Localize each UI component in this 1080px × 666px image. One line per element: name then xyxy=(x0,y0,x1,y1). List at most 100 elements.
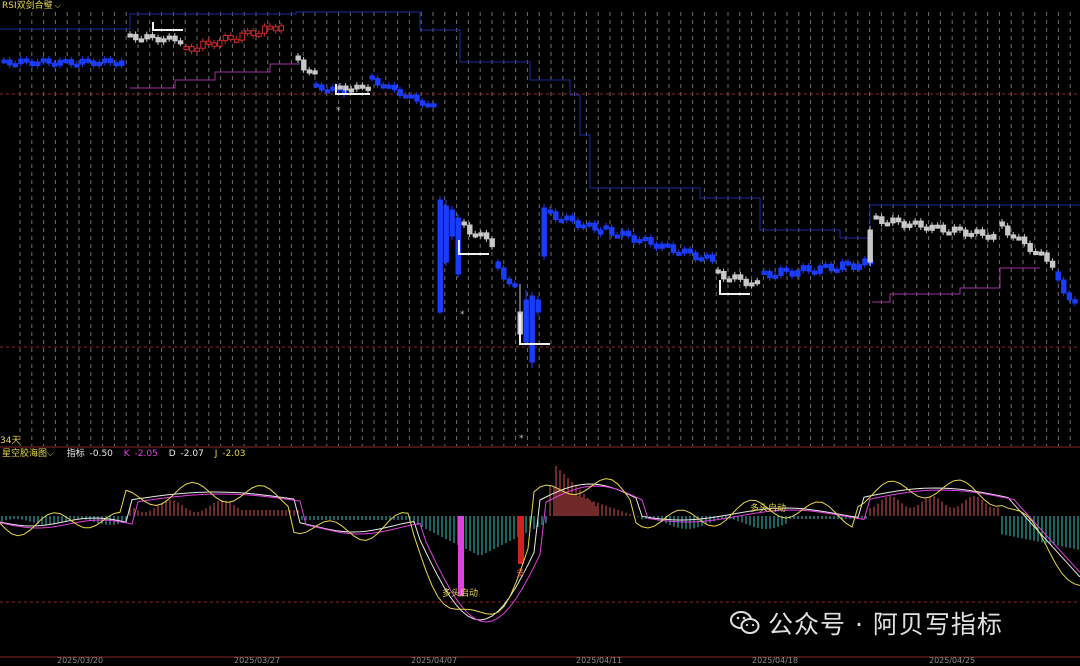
candle-body xyxy=(569,215,576,222)
candle-body xyxy=(29,61,35,67)
star-marker: * xyxy=(336,106,341,116)
candle-body xyxy=(581,224,587,229)
candle-body xyxy=(250,30,257,36)
candle-body xyxy=(586,222,593,227)
candle-body xyxy=(912,220,919,225)
candle-body xyxy=(35,61,41,67)
candle-body xyxy=(91,60,97,66)
candle-body xyxy=(726,278,733,283)
candle-body xyxy=(102,58,108,64)
candle-body xyxy=(391,84,398,91)
candle-body xyxy=(653,243,660,249)
candle-body xyxy=(7,59,13,66)
oscillator-lines xyxy=(0,478,1080,623)
candle-body xyxy=(166,35,173,40)
candle-body xyxy=(189,46,195,52)
star-marker: * xyxy=(460,310,465,320)
candle-body xyxy=(823,263,829,268)
candle-body xyxy=(772,274,779,279)
candle-body xyxy=(18,58,24,65)
candle-body xyxy=(211,42,217,47)
candle-body xyxy=(963,229,969,237)
candle-body xyxy=(625,230,632,237)
date-tick: 2025/04/11 xyxy=(576,656,623,665)
candle-body xyxy=(1005,225,1011,236)
candle-body xyxy=(862,258,868,266)
j-value: -2.03 xyxy=(222,449,246,459)
candle-body xyxy=(256,32,262,37)
candle-body xyxy=(929,224,935,231)
candle-body xyxy=(375,78,381,86)
candle-body xyxy=(659,243,665,249)
candle-body xyxy=(63,59,69,64)
candle-body xyxy=(414,94,420,102)
candle-body xyxy=(631,235,637,243)
candle-body xyxy=(85,58,91,63)
candle-body xyxy=(839,261,846,270)
candle-body xyxy=(23,58,30,63)
candle-body xyxy=(461,221,467,226)
candle-body xyxy=(239,32,245,41)
candle-body xyxy=(895,217,902,223)
candle-body xyxy=(301,59,307,71)
chevron-down-icon[interactable]: ⌵ xyxy=(47,449,54,459)
candle-body xyxy=(483,232,490,240)
candle-body xyxy=(348,88,355,93)
candle-body xyxy=(603,225,609,230)
candle-body xyxy=(443,205,449,263)
candle-body xyxy=(267,25,273,30)
oscillator-header: 星空胶海图⌵ 指标 -0.50 K -2.05 D -2.07 J -2.03 xyxy=(2,449,246,460)
days-label: 34天 xyxy=(0,436,21,446)
candle-body xyxy=(553,211,559,221)
candle-body xyxy=(979,229,986,236)
candle-body xyxy=(642,237,649,242)
candle-body xyxy=(597,229,604,235)
candle-body xyxy=(834,268,840,273)
candle-body xyxy=(408,94,415,99)
candle-body xyxy=(923,226,930,231)
candle-body xyxy=(676,251,682,256)
candle-body xyxy=(1055,271,1061,281)
indicator-value: -0.50 xyxy=(89,449,113,459)
annotation-bull-start: 多头启动 xyxy=(750,504,787,514)
candle-body xyxy=(783,267,790,272)
candle-body xyxy=(890,217,896,224)
candle-body xyxy=(319,84,325,91)
candle-body xyxy=(12,63,19,68)
support-flag xyxy=(458,240,489,255)
candle-body xyxy=(817,265,823,274)
candle-body xyxy=(369,75,375,80)
candle-body xyxy=(194,47,201,52)
support-flags xyxy=(152,22,750,345)
candle-body xyxy=(901,221,907,228)
candle-body xyxy=(233,38,240,43)
candle-body xyxy=(614,234,621,239)
candle-body xyxy=(68,59,75,66)
candle-body xyxy=(940,224,947,233)
candle-body xyxy=(698,257,705,262)
candle-body xyxy=(968,232,975,237)
chevron-down-icon[interactable]: ⌵ xyxy=(55,1,61,10)
candle-body xyxy=(431,103,437,108)
candle-body xyxy=(161,38,167,43)
date-tick: 2025/04/18 xyxy=(752,656,799,665)
candle-body xyxy=(991,234,997,240)
candle-body xyxy=(1027,243,1033,253)
star-marker: * xyxy=(519,434,524,444)
candle-body xyxy=(489,238,495,248)
candle-body xyxy=(478,232,484,237)
candle-body xyxy=(778,267,784,276)
candle-body xyxy=(1,59,7,64)
candle-body xyxy=(704,254,710,259)
candle-body xyxy=(324,89,331,94)
candle-body xyxy=(419,100,426,106)
candle-body xyxy=(273,26,279,32)
oscillator-name[interactable]: 星空胶海图 xyxy=(2,449,47,459)
indicator-title[interactable]: RSI双剑合璧 ⌵ xyxy=(2,0,61,12)
candle-body xyxy=(547,209,553,214)
candle-body xyxy=(107,58,114,64)
candle-body xyxy=(681,248,688,254)
candle-body xyxy=(620,230,626,236)
candle-body xyxy=(558,219,565,224)
candle-body xyxy=(1061,279,1067,294)
